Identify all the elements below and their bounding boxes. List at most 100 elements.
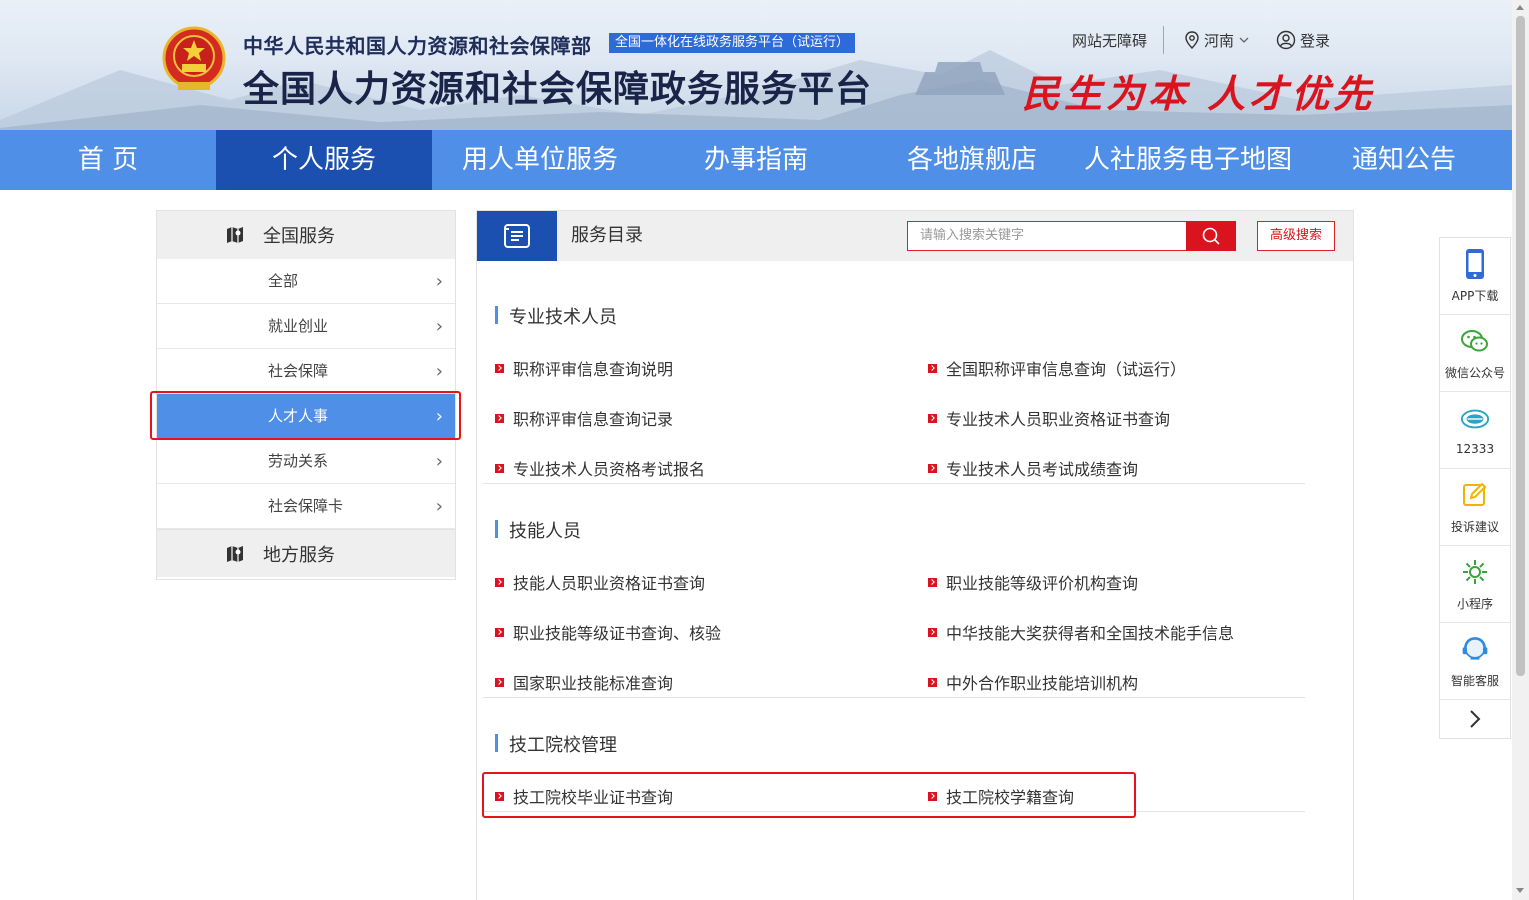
float-complaint[interactable]: 投诉建议	[1440, 469, 1510, 546]
float-label: 智能客服	[1450, 673, 1499, 688]
nav-service-map[interactable]: 人社服务电子地图	[1080, 130, 1296, 190]
float-mini-program[interactable]: 小程序	[1440, 546, 1510, 623]
float-hotline[interactable]: 12333	[1440, 392, 1510, 469]
site-title: 全国人力资源和社会保障政务服务平台	[243, 69, 873, 110]
scroll-up-arrow-icon[interactable]	[1516, 5, 1524, 10]
service-sidebar: 全国服务 全部 › 就业创业 › 社会保障 › 人才人事 › 劳动关系 › 社会…	[156, 210, 456, 580]
slogan-calligraphy: 民生为本 人才优先	[1022, 71, 1376, 116]
service-link[interactable]: 全国职称评审信息查询（试运行）	[928, 356, 1186, 380]
service-link-label: 专业技术人员考试成绩查询	[946, 460, 1139, 479]
sidebar-item-social-security-card[interactable]: 社会保障卡 ›	[157, 484, 455, 529]
service-link[interactable]: 技工院校毕业证书查询	[495, 784, 673, 808]
headset-icon	[1460, 634, 1490, 664]
nav-service-guide[interactable]: 办事指南	[648, 130, 864, 190]
sidebar-item-label: 社会保障	[268, 362, 329, 380]
service-link[interactable]: 技工院校学籍查询	[928, 784, 1074, 808]
page-scrollbar[interactable]	[1512, 0, 1529, 900]
nav-notices[interactable]: 通知公告	[1296, 130, 1512, 190]
service-link-label: 专业技术人员资格考试报名	[513, 460, 706, 479]
sidebar-national-header[interactable]: 全国服务	[157, 211, 455, 259]
catalog-icon	[504, 224, 530, 248]
service-link[interactable]: 专业技术人员考试成绩查询	[928, 456, 1138, 480]
platform-badge: 全国一体化在线政务服务平台（试运行）	[609, 33, 856, 53]
advanced-search-button[interactable]: 高级搜索	[1257, 221, 1335, 251]
float-label: 投诉建议	[1450, 519, 1499, 534]
search-input[interactable]: 请输入搜索关键字	[907, 221, 1187, 251]
service-link[interactable]: 专业技术人员资格考试报名	[495, 456, 705, 480]
panel-title: 服务目录	[571, 225, 643, 246]
catalog-icon-block	[477, 211, 557, 261]
sidebar-national-title: 全国服务	[263, 226, 335, 247]
mobile-phone-icon	[1460, 248, 1490, 279]
sidebar-item-label: 全部	[268, 272, 299, 290]
service-link[interactable]: 职称评审信息查询记录	[495, 406, 673, 430]
sidebar-item-all[interactable]: 全部 ›	[157, 259, 455, 304]
site-header: 中华人民共和国人力资源和社会保障部 全国一体化在线政务服务平台（试运行） 全国人…	[0, 0, 1512, 130]
service-link[interactable]: 职业技能等级评价机构查询	[928, 570, 1138, 594]
wechat-icon	[1460, 326, 1490, 356]
bullet-icon	[928, 463, 937, 473]
float-app-download[interactable]: APP下载	[1440, 238, 1510, 315]
bullet-icon	[495, 677, 504, 687]
service-link-label: 国家职业技能标准查询	[513, 674, 674, 693]
sidebar-item-social-security[interactable]: 社会保障 ›	[157, 349, 455, 394]
chevron-right-icon	[1470, 710, 1481, 728]
sidebar-local-header[interactable]: 地方服务	[157, 529, 455, 577]
floating-toolbar: APP下载 微信公众号 12333 投诉建议 小程序 智能客服	[1439, 237, 1511, 739]
service-link-label: 中外合作职业技能培训机构	[946, 674, 1139, 693]
float-wechat[interactable]: 微信公众号	[1440, 315, 1510, 392]
edit-note-icon	[1460, 480, 1490, 510]
service-link[interactable]: 国家职业技能标准查询	[495, 670, 673, 694]
service-link[interactable]: 中华技能大奖获得者和全国技术能手信息	[928, 620, 1234, 644]
nav-personal-services[interactable]: 个人服务	[216, 130, 432, 190]
divider	[1163, 26, 1165, 54]
service-link-label: 全国职称评审信息查询（试运行）	[946, 360, 1187, 379]
bullet-icon	[928, 363, 937, 373]
accessibility-link[interactable]: 网站无障碍	[1072, 30, 1147, 51]
sidebar-item-label: 社会保障卡	[268, 497, 344, 515]
service-link[interactable]: 职称评审信息查询说明	[495, 356, 673, 380]
sidebar-item-employment[interactable]: 就业创业 ›	[157, 304, 455, 349]
map-icon	[227, 227, 243, 243]
chevron-right-icon: ›	[435, 496, 443, 517]
service-link-label: 中华技能大奖获得者和全国技术能手信息	[946, 624, 1235, 643]
bullet-icon	[928, 677, 937, 687]
bullet-icon	[928, 577, 937, 587]
sidebar-item-labor-relations[interactable]: 劳动关系 ›	[157, 439, 455, 484]
service-link-label: 职称评审信息查询说明	[513, 360, 674, 379]
nav-employer-services[interactable]: 用人单位服务	[432, 130, 648, 190]
location-selector[interactable]: 河南	[1184, 30, 1250, 51]
section-title: 专业技术人员	[495, 303, 617, 329]
scroll-down-arrow-icon[interactable]	[1516, 888, 1524, 893]
user-icon	[1276, 30, 1296, 50]
location-label: 河南	[1204, 31, 1235, 50]
login-link[interactable]: 登录	[1276, 30, 1330, 51]
float-label: 微信公众号	[1444, 365, 1505, 380]
float-smart-service[interactable]: 智能客服	[1440, 623, 1510, 700]
service-link[interactable]: 专业技术人员职业资格证书查询	[928, 406, 1170, 430]
search-button[interactable]	[1186, 221, 1236, 251]
service-link-label: 职业技能等级证书查询、核验	[513, 624, 722, 643]
float-collapse-button[interactable]	[1440, 700, 1510, 738]
login-label: 登录	[1300, 31, 1331, 50]
float-label: 小程序	[1456, 596, 1493, 611]
service-link-label: 专业技术人员职业资格证书查询	[946, 410, 1171, 429]
main-nav: 首 页 个人服务 用人单位服务 办事指南 各地旗舰店 人社服务电子地图 通知公告	[0, 130, 1512, 190]
scrollbar-thumb[interactable]	[1516, 16, 1525, 676]
service-link[interactable]: 职业技能等级证书查询、核验	[495, 620, 721, 644]
bullet-icon	[495, 463, 504, 473]
service-link[interactable]: 技能人员职业资格证书查询	[495, 570, 705, 594]
section-title: 技能人员	[495, 517, 581, 543]
bullet-icon	[928, 413, 937, 423]
sidebar-item-label: 劳动关系	[268, 452, 329, 470]
service-link[interactable]: 中外合作职业技能培训机构	[928, 670, 1138, 694]
sidebar-item-talent-personnel[interactable]: 人才人事 ›	[157, 394, 455, 439]
hotline-12333-icon	[1460, 404, 1490, 434]
nav-local-stores[interactable]: 各地旗舰店	[864, 130, 1080, 190]
chevron-right-icon: ›	[435, 316, 443, 337]
chevron-right-icon: ›	[435, 451, 443, 472]
nav-home[interactable]: 首 页	[0, 130, 216, 190]
section-skilled-workers: 技能人员 技能人员职业资格证书查询 职业技能等级评价机构查询 职业技能等级证书查…	[483, 484, 1305, 698]
chevron-down-icon	[1239, 37, 1249, 43]
search-icon	[1202, 227, 1220, 245]
